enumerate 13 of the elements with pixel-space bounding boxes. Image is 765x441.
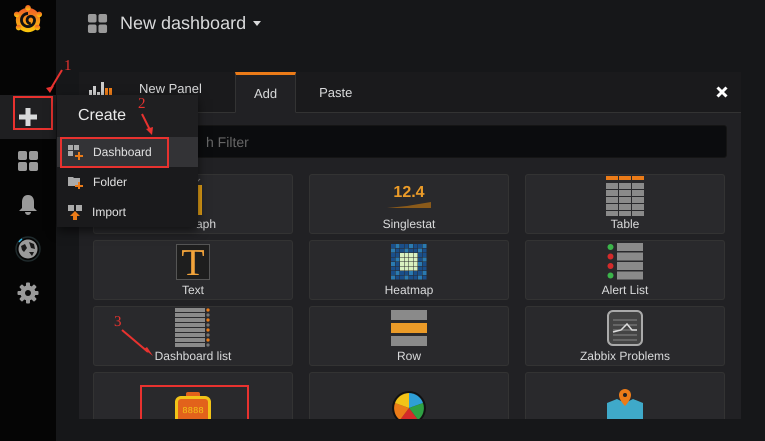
visualization-label: Zabbix Problems [580,349,670,363]
text-icon: T [176,244,210,280]
panel-title: New Panel [139,80,202,96]
visualization-label: Row [396,349,421,363]
visualization-label: Singlestat [382,217,436,231]
visualization-label: Table [610,217,640,231]
annotation-number: 1 [64,58,72,75]
visualization-label: Dashboard list [154,349,232,363]
annotation-number: 2 [138,96,146,113]
visualization-label: Heatmap [384,283,434,297]
annotation-number: 3 [114,314,122,331]
visualization-label: Alert List [602,283,648,297]
visualization-label: Text [182,283,204,297]
